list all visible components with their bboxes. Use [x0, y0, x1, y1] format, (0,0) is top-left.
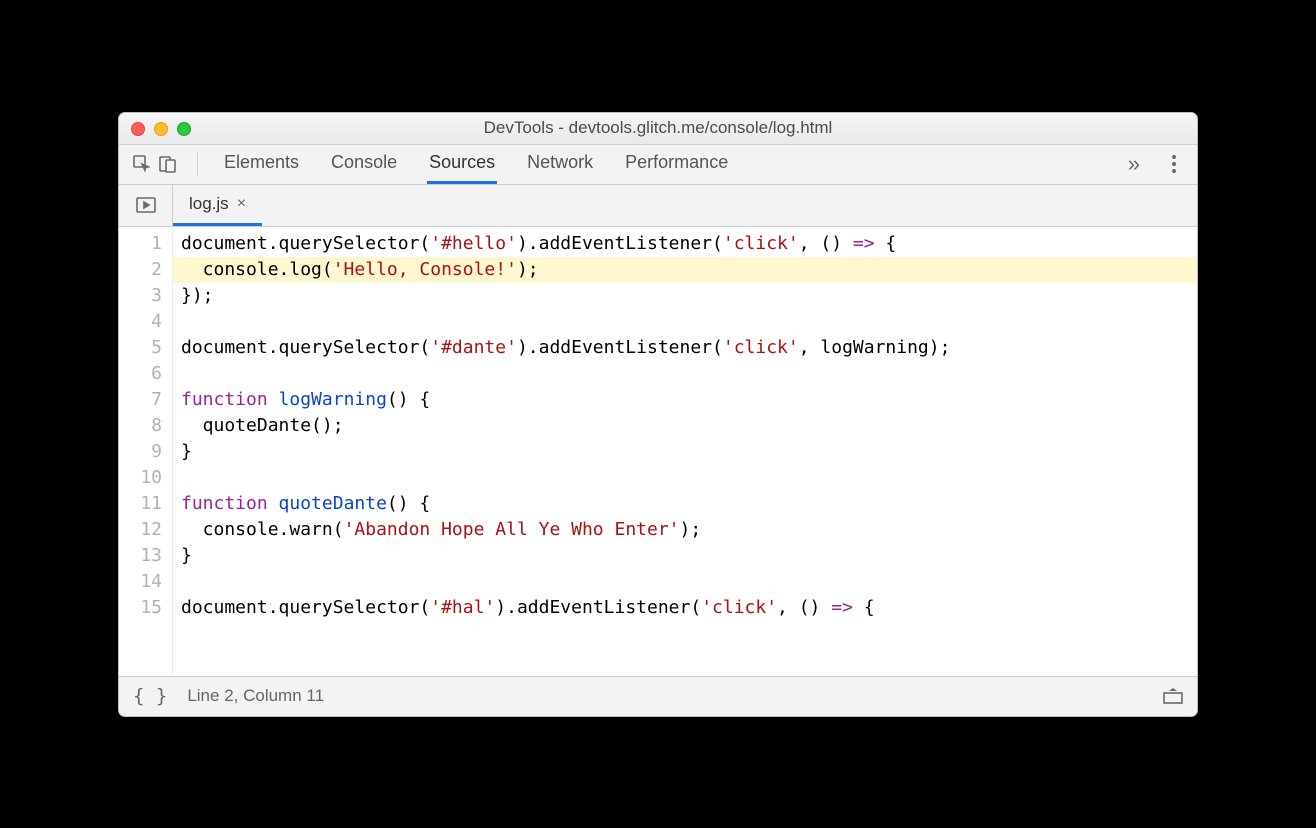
line-number[interactable]: 13	[123, 543, 162, 569]
tabstrip-right: »	[1110, 145, 1197, 184]
window-title: DevTools - devtools.glitch.me/console/lo…	[119, 118, 1197, 138]
inspect-element-icon[interactable]	[129, 151, 155, 177]
open-file-tab[interactable]: log.js ×	[173, 185, 262, 226]
tab-elements[interactable]: Elements	[222, 145, 301, 184]
code-line[interactable]	[181, 309, 1189, 335]
more-panels-button[interactable]: »	[1120, 151, 1148, 177]
tabstrip-separator	[197, 152, 198, 177]
pretty-print-icon[interactable]: { }	[133, 685, 167, 707]
line-number[interactable]: 3	[123, 283, 162, 309]
open-file-name: log.js	[189, 194, 229, 214]
line-number[interactable]: 8	[123, 413, 162, 439]
title-bar: DevTools - devtools.glitch.me/console/lo…	[119, 113, 1197, 145]
line-number-gutter: 123456789101112131415	[119, 227, 173, 676]
tabstrip-left-tools	[119, 145, 191, 184]
status-bar: { } Line 2, Column 11	[119, 676, 1197, 716]
line-number[interactable]: 10	[123, 465, 162, 491]
code-line[interactable]: document.querySelector('#dante').addEven…	[181, 335, 1189, 361]
code-line[interactable]: }	[181, 543, 1189, 569]
code-line[interactable]	[181, 465, 1189, 491]
line-number[interactable]: 5	[123, 335, 162, 361]
code-line[interactable]: function logWarning() {	[181, 387, 1189, 413]
devtools-settings-menu[interactable]	[1161, 155, 1187, 173]
code-line[interactable]: }	[181, 439, 1189, 465]
line-number[interactable]: 4	[123, 309, 162, 335]
devtools-window: DevTools - devtools.glitch.me/console/lo…	[118, 112, 1198, 717]
line-number[interactable]: 1	[123, 231, 162, 257]
window-minimize-button[interactable]	[154, 122, 168, 136]
line-number[interactable]: 11	[123, 491, 162, 517]
line-number[interactable]: 12	[123, 517, 162, 543]
code-line[interactable]: });	[181, 283, 1189, 309]
device-toolbar-icon[interactable]	[155, 151, 181, 177]
code-area[interactable]: document.querySelector('#hello').addEven…	[173, 227, 1197, 676]
line-number[interactable]: 6	[123, 361, 162, 387]
panel-tabs: Elements Console Sources Network Perform…	[204, 145, 748, 184]
drawer-toggle-icon[interactable]	[1163, 688, 1183, 704]
window-maximize-button[interactable]	[177, 122, 191, 136]
sources-subbar: log.js ×	[119, 185, 1197, 227]
line-number[interactable]: 15	[123, 595, 162, 621]
tab-sources[interactable]: Sources	[427, 145, 497, 184]
code-line[interactable]: console.warn('Abandon Hope All Ye Who En…	[181, 517, 1189, 543]
traffic-lights	[131, 113, 191, 145]
code-editor[interactable]: 123456789101112131415 document.querySele…	[119, 227, 1197, 676]
line-number[interactable]: 2	[123, 257, 162, 283]
window-close-button[interactable]	[131, 122, 145, 136]
cursor-position: Line 2, Column 11	[187, 686, 324, 706]
code-line[interactable]: document.querySelector('#hal').addEventL…	[181, 595, 1189, 621]
tab-console[interactable]: Console	[329, 145, 399, 184]
tab-network[interactable]: Network	[525, 145, 595, 184]
code-line[interactable]	[181, 361, 1189, 387]
code-line[interactable]: function quoteDante() {	[181, 491, 1189, 517]
code-line[interactable]: document.querySelector('#hello').addEven…	[181, 231, 1189, 257]
code-line[interactable]: quoteDante();	[181, 413, 1189, 439]
navigator-toggle[interactable]	[119, 185, 173, 226]
close-file-icon[interactable]: ×	[237, 195, 246, 213]
line-number[interactable]: 14	[123, 569, 162, 595]
devtools-tabstrip: Elements Console Sources Network Perform…	[119, 145, 1197, 185]
code-line[interactable]: console.log('Hello, Console!');	[173, 257, 1197, 283]
code-line[interactable]	[181, 569, 1189, 595]
line-number[interactable]: 7	[123, 387, 162, 413]
line-number[interactable]: 9	[123, 439, 162, 465]
tab-performance[interactable]: Performance	[623, 145, 730, 184]
